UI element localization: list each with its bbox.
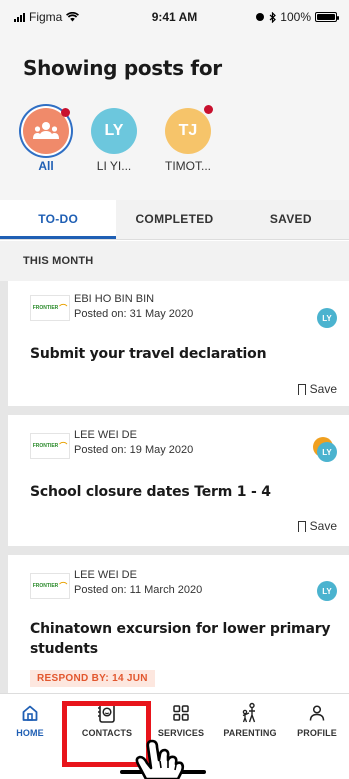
respond-by-badge: RESPOND BY: 14 JUN (30, 670, 155, 687)
school-logo: FRONTIER ⌒ (30, 295, 70, 321)
parenting-icon (219, 702, 281, 724)
posts-filter-header: Showing posts for All LY LI YI... TJ TIM… (0, 34, 349, 200)
nav-label: HOME (16, 728, 44, 738)
save-button[interactable]: Save (297, 519, 337, 535)
post-title[interactable]: Chinatown excursion for lower primary st… (30, 619, 331, 659)
page-title: Showing posts for (23, 56, 222, 80)
section-header: THIS MONTH (0, 241, 349, 281)
post-title-line: students (30, 641, 98, 657)
recipient-avatar: LY (317, 442, 337, 462)
avatar: TJ (165, 105, 213, 154)
post-date: Posted on: 11 March 2020 (74, 584, 203, 596)
filter-timot[interactable]: TJ TIMOT... (158, 105, 218, 173)
post-date: Posted on: 31 May 2020 (74, 308, 194, 320)
post-title[interactable]: Submit your travel declaration (30, 344, 267, 364)
tab-completed[interactable]: COMPLETED (116, 200, 233, 239)
filter-all[interactable]: All (16, 108, 76, 173)
services-grid-icon (150, 702, 212, 724)
nav-label: PROFILE (297, 728, 337, 738)
post-tabs: TO-DO COMPLETED SAVED (0, 200, 349, 240)
filter-label: All (38, 159, 54, 173)
post-card[interactable]: FRONTIER ⌒ EBI HO BIN BIN Posted on: 31 M… (8, 281, 349, 406)
filter-label: TIMOT... (165, 159, 211, 173)
avatar-initials: LY (104, 122, 124, 139)
nav-home[interactable]: HOME (6, 702, 54, 738)
post-card[interactable]: FRONTIER ⌒ LEE WEI DE Posted on: 11 March… (8, 555, 349, 693)
save-label: Save (309, 519, 337, 533)
battery-icon (315, 12, 339, 22)
tab-to-do[interactable]: TO-DO (0, 200, 117, 239)
unread-dot (61, 108, 70, 117)
post-card[interactable]: FRONTIER ⌒ LEE WEI DE Posted on: 19 May 2… (8, 415, 349, 546)
alarm-icon (256, 13, 265, 21)
nav-label: PARENTING (223, 728, 277, 738)
recipient-avatar: LY (317, 581, 337, 601)
bookmark-icon (297, 520, 306, 535)
unread-dot (204, 105, 213, 114)
save-label: Save (309, 382, 337, 396)
nav-services[interactable]: SERVICES (150, 702, 212, 738)
post-feed[interactable]: FRONTIER ⌒ EBI HO BIN BIN Posted on: 31 M… (0, 281, 349, 693)
nav-parenting[interactable]: PARENTING (219, 702, 281, 738)
battery-percent: 100% (280, 10, 311, 24)
school-logo: FRONTIER ⌒ (30, 573, 70, 599)
recipient-avatar: LY (317, 308, 337, 328)
post-sender: EBI HO BIN BIN (74, 293, 155, 305)
status-right: 100% (255, 10, 339, 24)
home-icon (6, 702, 54, 724)
post-title-line: Chinatown excursion for lower primary (30, 621, 331, 637)
bookmark-icon (297, 383, 306, 398)
group-avatar (23, 108, 70, 154)
filter-label: LI YI... (96, 159, 132, 173)
status-bar: Figma 9:41 AM 100% (0, 0, 349, 34)
post-sender: LEE WEI DE (74, 569, 137, 581)
avatar: LY (91, 108, 137, 154)
hand-pointer-icon (120, 739, 206, 779)
filter-li-yi[interactable]: LY LI YI... (84, 108, 144, 173)
post-sender: LEE WEI DE (74, 429, 137, 441)
tab-saved[interactable]: SAVED (232, 200, 349, 239)
group-icon (33, 122, 59, 139)
save-button[interactable]: Save (297, 382, 337, 398)
phone-screen: Figma 9:41 AM 100% Showing posts for All… (0, 0, 349, 779)
nav-label: SERVICES (157, 728, 205, 738)
bluetooth-icon (269, 11, 277, 23)
nav-profile[interactable]: PROFILE (286, 702, 348, 738)
avatar-initials: TJ (178, 122, 198, 139)
post-title[interactable]: School closure dates Term 1 - 4 (30, 482, 271, 502)
post-date: Posted on: 19 May 2020 (74, 444, 194, 456)
school-logo: FRONTIER ⌒ (30, 433, 70, 459)
profile-icon (286, 702, 348, 724)
